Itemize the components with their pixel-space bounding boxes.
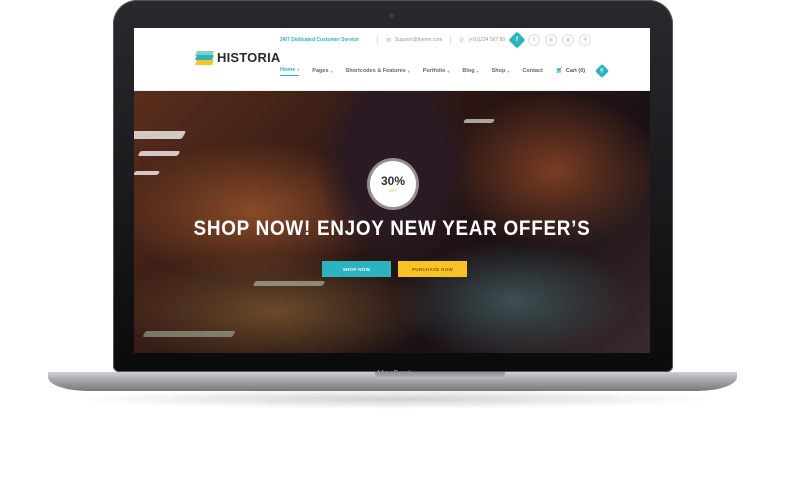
site-logo[interactable]: HISTORIA [195, 50, 281, 65]
cart-icon: 🛒︎ [555, 68, 563, 74]
shop-now-button[interactable]: SHOP NOW [322, 261, 391, 277]
email-link[interactable]: Support@theme.com [395, 37, 442, 43]
social-links: f t ◎ g ⚲ [508, 31, 592, 49]
nav-item-shortcodes[interactable]: Shortcodes & Features ▾ [346, 68, 410, 74]
main-nav: Home ▾ Pages ▾ Shortcodes & Features ▾ Port… [280, 63, 610, 79]
nav-item-shop[interactable]: Shop ▾ [492, 68, 510, 74]
nav-item-blog[interactable]: Blog ▾ [462, 68, 478, 74]
site-header: HISTORIA 24/7 Dedicated Customer Service… [134, 28, 650, 91]
laptop-screen: HISTORIA 24/7 Dedicated Customer Service… [134, 28, 650, 353]
chevron-down-icon: ▾ [507, 68, 510, 74]
paint-stroke [252, 281, 326, 286]
hero-banner: 30% OFF SHOP NOW! ENJOY NEW YEAR OFFER’S… [134, 91, 650, 353]
badge-value: 30% [380, 174, 406, 188]
top-bar: 24/7 Dedicated Customer Service ✉ Suppor… [280, 31, 592, 49]
cart-link[interactable]: 🛒︎ Cart (0) [556, 68, 585, 74]
nav-label: Shop [491, 68, 506, 74]
cart-label: Cart (0) [565, 68, 586, 74]
nav-item-pages[interactable]: Pages ▾ [312, 68, 332, 74]
chevron-down-icon: ▾ [330, 68, 333, 74]
nav-label: Contact [522, 68, 543, 74]
search-icon: ⚲ [600, 67, 604, 74]
chevron-down-icon: ▾ [407, 68, 410, 74]
paint-stroke [142, 331, 236, 337]
twitter-icon[interactable]: t [528, 34, 541, 46]
phone-icon: ✆ [459, 37, 465, 44]
search-button[interactable]: ⚲ [595, 63, 610, 79]
nav-label: Shortcodes & Features [345, 68, 406, 74]
chevron-down-icon: ▾ [297, 67, 300, 72]
paint-stroke [134, 171, 161, 175]
device-brand-label: MacBook [377, 369, 413, 378]
nav-label: Home [280, 66, 296, 73]
nav-label: Portfolio [422, 68, 446, 74]
instagram-icon[interactable]: ◎ [545, 34, 558, 46]
chevron-down-icon: ▾ [476, 68, 479, 74]
paint-stroke [134, 131, 187, 139]
nav-label: Pages [312, 68, 329, 74]
nav-label: Blog [462, 68, 475, 74]
nav-item-portfolio[interactable]: Portfolio ▾ [423, 68, 450, 74]
nav-item-contact[interactable]: Contact [522, 68, 542, 74]
facebook-icon[interactable]: f [508, 31, 526, 49]
email-icon: ✉ [385, 37, 391, 44]
discount-badge: 30% OFF [370, 161, 416, 207]
paint-stroke [462, 119, 496, 123]
divider [376, 35, 378, 45]
hero-headline: SHOP NOW! ENJOY NEW YEAR OFFER’S [193, 217, 591, 240]
purchase-now-button[interactable]: PURCHASE NOW [398, 261, 467, 277]
logo-text: HISTORIA [217, 50, 281, 65]
divider [450, 35, 452, 45]
google-plus-icon[interactable]: g [562, 34, 575, 46]
paint-stroke [137, 151, 181, 156]
phone-text: (+91)234 567 89 [468, 37, 506, 43]
nav-item-home[interactable]: Home ▾ [280, 66, 300, 76]
logo-mark-icon [195, 50, 214, 65]
badge-sub: OFF [389, 188, 397, 193]
chevron-down-icon: ▾ [447, 68, 450, 74]
laptop-shadow [70, 389, 720, 409]
service-text: 24/7 Dedicated Customer Service [280, 37, 359, 43]
search-icon[interactable]: ⚲ [579, 34, 592, 46]
camera [389, 13, 394, 18]
